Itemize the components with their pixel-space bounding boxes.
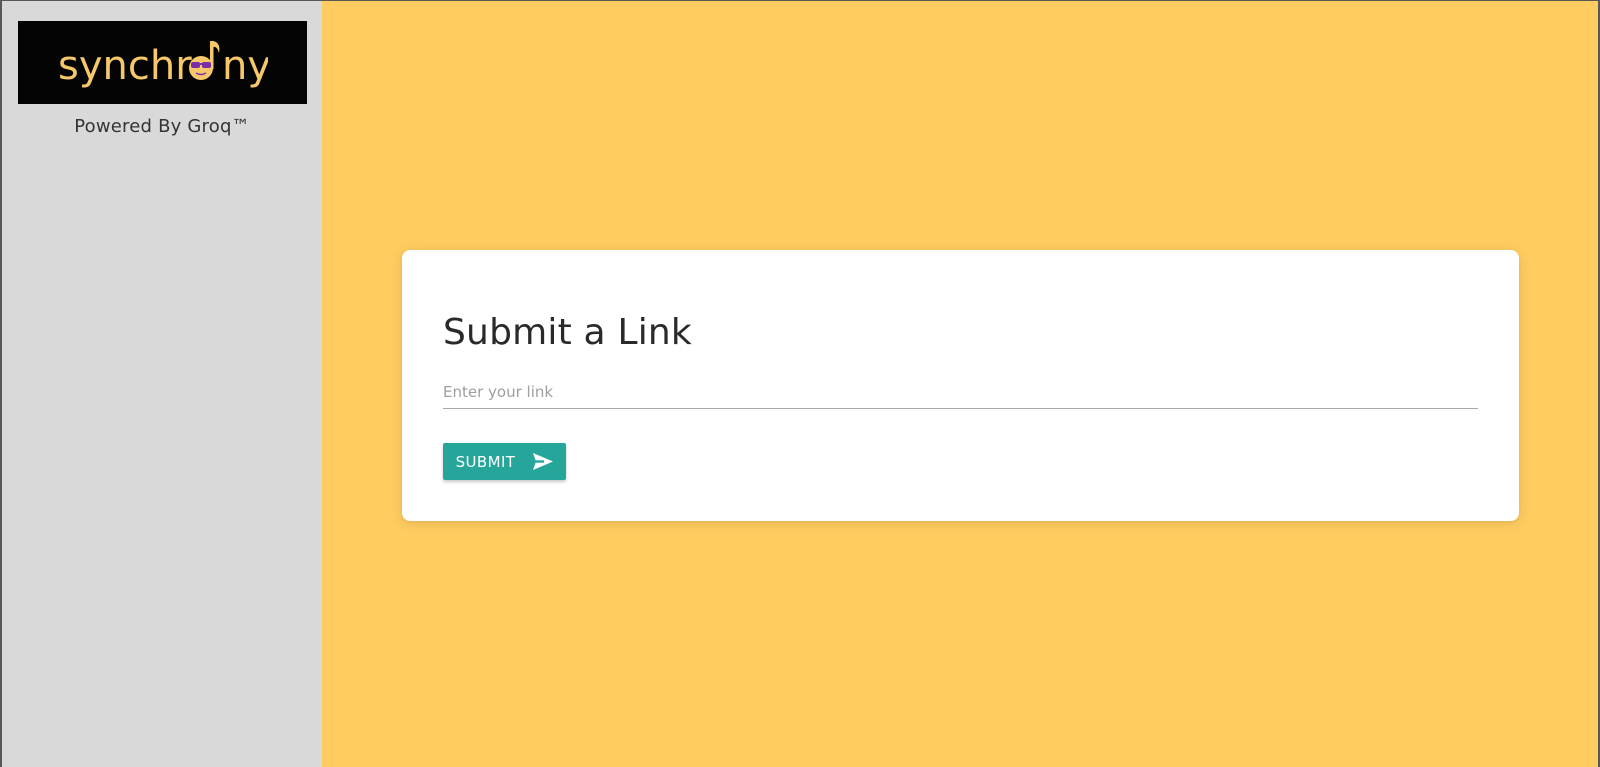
powered-by-label: Powered By Groq™	[74, 116, 250, 137]
submit-link-card: Submit a Link SUBMIT	[402, 250, 1519, 521]
app-window: synchr ny Powered By Groq™ Submit a Link	[2, 1, 1598, 767]
logo-text-start: synchr	[58, 43, 192, 89]
main-content: Submit a Link SUBMIT	[322, 1, 1598, 767]
logo-note-face	[188, 40, 219, 80]
link-input[interactable]	[443, 376, 1478, 409]
submit-button[interactable]: SUBMIT	[443, 443, 566, 480]
synchrony-logo[interactable]: synchr ny	[18, 21, 307, 104]
sidebar: synchr ny Powered By Groq™	[2, 1, 322, 767]
synchrony-logo-mark: synchr ny	[58, 40, 268, 89]
submit-button-label: SUBMIT	[455, 452, 516, 471]
logo-text-end: ny	[222, 43, 268, 89]
send-icon	[533, 453, 554, 470]
page-title: Submit a Link	[443, 312, 692, 353]
